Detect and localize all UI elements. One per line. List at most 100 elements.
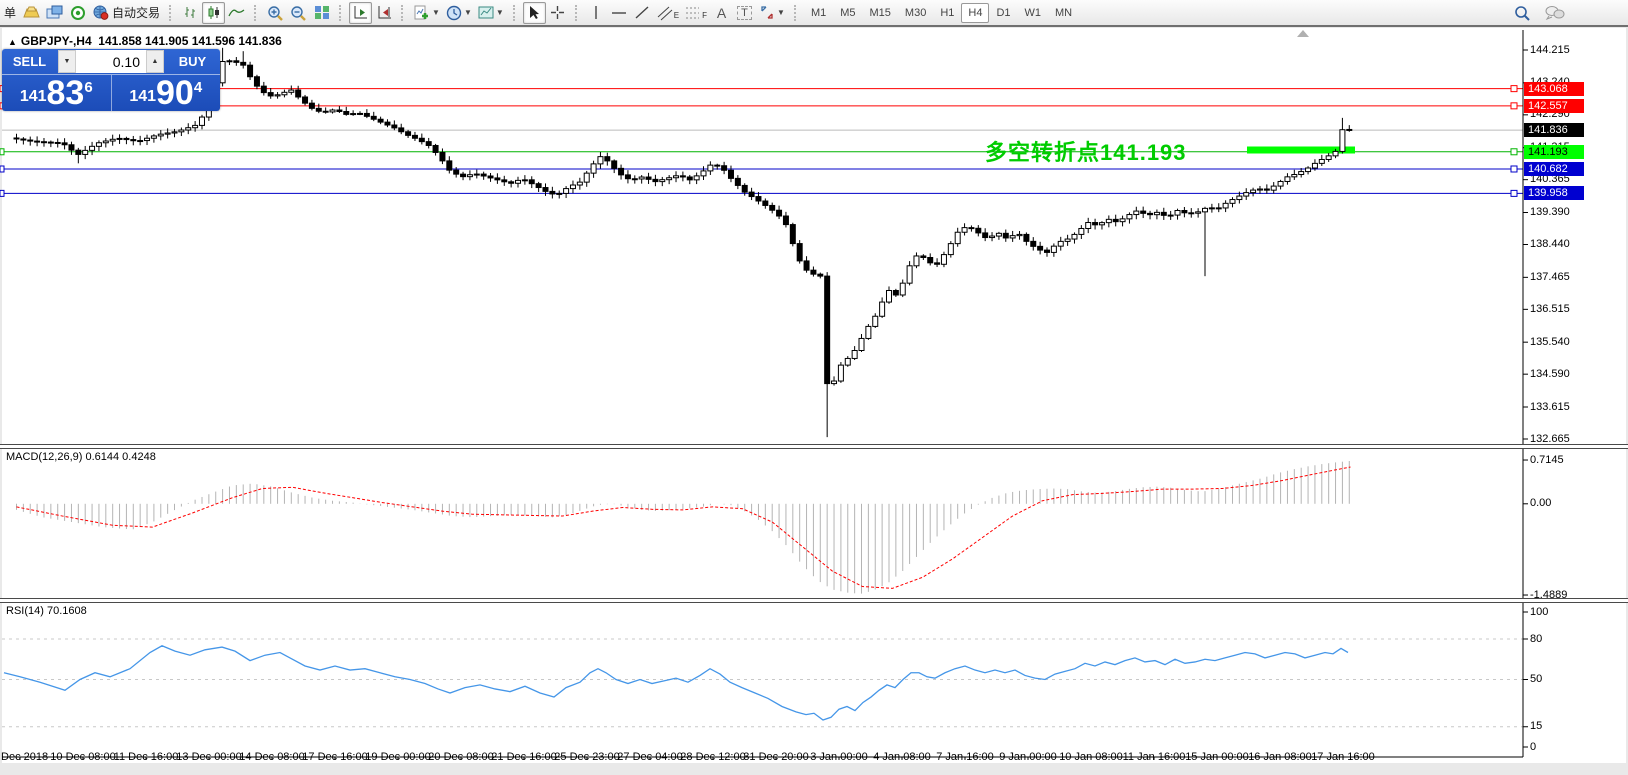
timeframe-h1-button[interactable]: H1	[933, 3, 961, 23]
price-tick-label: 138.440	[1530, 238, 1570, 250]
price-line-label: 141.193	[1524, 144, 1584, 159]
zoom-in-button[interactable]	[264, 2, 287, 24]
dropdown-arrow-icon: ▼	[463, 8, 472, 17]
fibo-letter: F	[702, 11, 708, 20]
buy-price-prefix: 141	[129, 88, 157, 105]
navigator-button[interactable]	[66, 2, 89, 24]
sell-button[interactable]: SELL	[2, 49, 57, 74]
timeframe-m15-button[interactable]: M15	[863, 3, 898, 23]
vertical-line-icon	[595, 6, 597, 19]
candlestick-chart-icon	[208, 6, 219, 19]
volume-increase-button[interactable]: ▲	[146, 50, 164, 73]
price-tick-label: 144.215	[1530, 43, 1570, 56]
buy-price[interactable]: 141 90 4	[112, 75, 221, 111]
chat-icon	[1545, 6, 1565, 20]
turning-point-annotation[interactable]: 多空转折点141.193	[985, 135, 1187, 167]
timeframe-m1-button[interactable]: M1	[804, 3, 833, 23]
horizontal-line-icon	[612, 11, 627, 14]
channel-tool-button[interactable]: E	[654, 2, 682, 24]
tile-windows-icon	[314, 6, 329, 19]
toolbar-gripper	[793, 4, 800, 21]
tile-windows-button[interactable]	[310, 2, 333, 24]
price-line-label: 141.836	[1524, 123, 1584, 138]
rsi-axis-label: 0	[1530, 740, 1537, 753]
cursor-tool-button[interactable]	[522, 1, 546, 24]
new-order-partial-label[interactable]: 单	[4, 4, 16, 21]
chart-title: ▲ GBPJPY-,H4 141.858 141.905 141.596 141.…	[8, 34, 282, 48]
rsi-label: RSI(14) 70.1608	[6, 605, 87, 617]
trendline-tool-button[interactable]	[631, 2, 654, 24]
price-line-label: 139.958	[1524, 186, 1584, 201]
price-tick-label: 132.665	[1530, 432, 1570, 445]
timeframe-mn-button[interactable]: MN	[1048, 3, 1079, 23]
indicators-icon	[414, 5, 429, 19]
timeframe-d1-button[interactable]: D1	[989, 3, 1017, 23]
volume-decrease-button[interactable]: ▼	[58, 50, 76, 73]
price-tick-label: 134.590	[1530, 367, 1570, 380]
text-tool-button[interactable]: A	[710, 2, 733, 24]
collapse-panel-icon[interactable]: ▲	[8, 37, 17, 47]
candlestick-chart-type-button[interactable]	[202, 1, 226, 24]
macd-panel-splitter[interactable]	[0, 444, 1628, 449]
horizontal-line-tool-button[interactable]	[608, 2, 631, 24]
timeframe-h4-button[interactable]: H4	[961, 2, 990, 23]
dropdown-arrow-icon: ▼	[777, 8, 785, 17]
macd-label: MACD(12,26,9) 0.6144 0.4248	[6, 451, 156, 463]
trendline-icon	[635, 6, 649, 19]
price-tick-label: 137.465	[1530, 270, 1570, 283]
rsi-axis-label: 80	[1530, 632, 1543, 645]
timeframe-w1-button[interactable]: W1	[1018, 3, 1049, 23]
crosshair-tool-button[interactable]	[546, 2, 569, 24]
toolbar-gripper	[169, 4, 175, 21]
auto-scroll-icon	[354, 6, 367, 19]
volume-control: ▼ ▲	[58, 50, 164, 73]
timeframe-group: M1 M5 M15 M30 H1 H4 D1 W1 MN	[804, 2, 1079, 23]
periods-button[interactable]: ▼	[443, 2, 475, 24]
buy-button[interactable]: BUY	[165, 49, 220, 74]
sell-price-sup: 6	[84, 78, 93, 96]
toolbar-gripper	[254, 4, 260, 21]
time-axis-label: 17 Jan 16:00	[1311, 751, 1375, 763]
autotrade-button[interactable]: 自动交易	[89, 2, 163, 24]
zoom-out-button[interactable]	[287, 2, 310, 24]
chat-button[interactable]	[1542, 2, 1568, 24]
price-line-label: 142.557	[1524, 98, 1584, 113]
equidistant-channel-icon	[657, 6, 673, 20]
macd-axis-label: 0.00	[1530, 497, 1552, 510]
indicators-button[interactable]: ▼	[411, 2, 443, 24]
volume-input[interactable]	[76, 50, 146, 73]
cursor-arrow-icon	[530, 6, 540, 19]
vertical-line-tool-button[interactable]	[585, 2, 608, 24]
crosshair-icon	[550, 6, 564, 19]
search-button[interactable]	[1511, 2, 1534, 24]
symbol-period-label: GBPJPY-,H4	[20, 34, 92, 48]
fibonacci-tool-button[interactable]: F	[682, 2, 710, 24]
chart-area[interactable]	[2, 28, 1626, 763]
price-line-label: 140.682	[1524, 161, 1584, 176]
data-window-icon	[46, 5, 63, 19]
line-chart-type-button[interactable]	[225, 2, 248, 24]
rsi-panel-splitter[interactable]	[0, 598, 1628, 603]
bar-chart-type-button[interactable]	[179, 2, 202, 24]
templates-button[interactable]: ▼	[475, 2, 507, 24]
data-window-button[interactable]	[43, 2, 66, 24]
chart-shift-button[interactable]	[372, 2, 395, 24]
sell-price[interactable]: 141 83 6	[2, 75, 112, 111]
market-watch-button[interactable]	[20, 2, 43, 24]
timeframe-m5-button[interactable]: M5	[833, 3, 862, 23]
macd-axis-label: -1.4889	[1530, 588, 1568, 601]
zoom-out-icon	[291, 5, 306, 21]
rsi-axis-label: 50	[1530, 673, 1543, 685]
periods-clock-icon	[446, 5, 462, 20]
macd-axis-label: 0.7145	[1530, 453, 1564, 466]
label-tool-button[interactable]: T	[733, 2, 756, 24]
timeframe-m30-button[interactable]: M30	[898, 3, 933, 23]
auto-scroll-button[interactable]	[349, 1, 373, 24]
price-tick-label: 136.515	[1530, 302, 1570, 315]
autotrade-icon	[93, 5, 109, 20]
templates-icon	[478, 6, 494, 19]
navigator-icon	[70, 5, 85, 20]
toolbar-gripper	[574, 4, 581, 21]
sell-price-prefix: 141	[19, 88, 47, 105]
arrows-tool-button[interactable]: ▼	[756, 2, 788, 24]
